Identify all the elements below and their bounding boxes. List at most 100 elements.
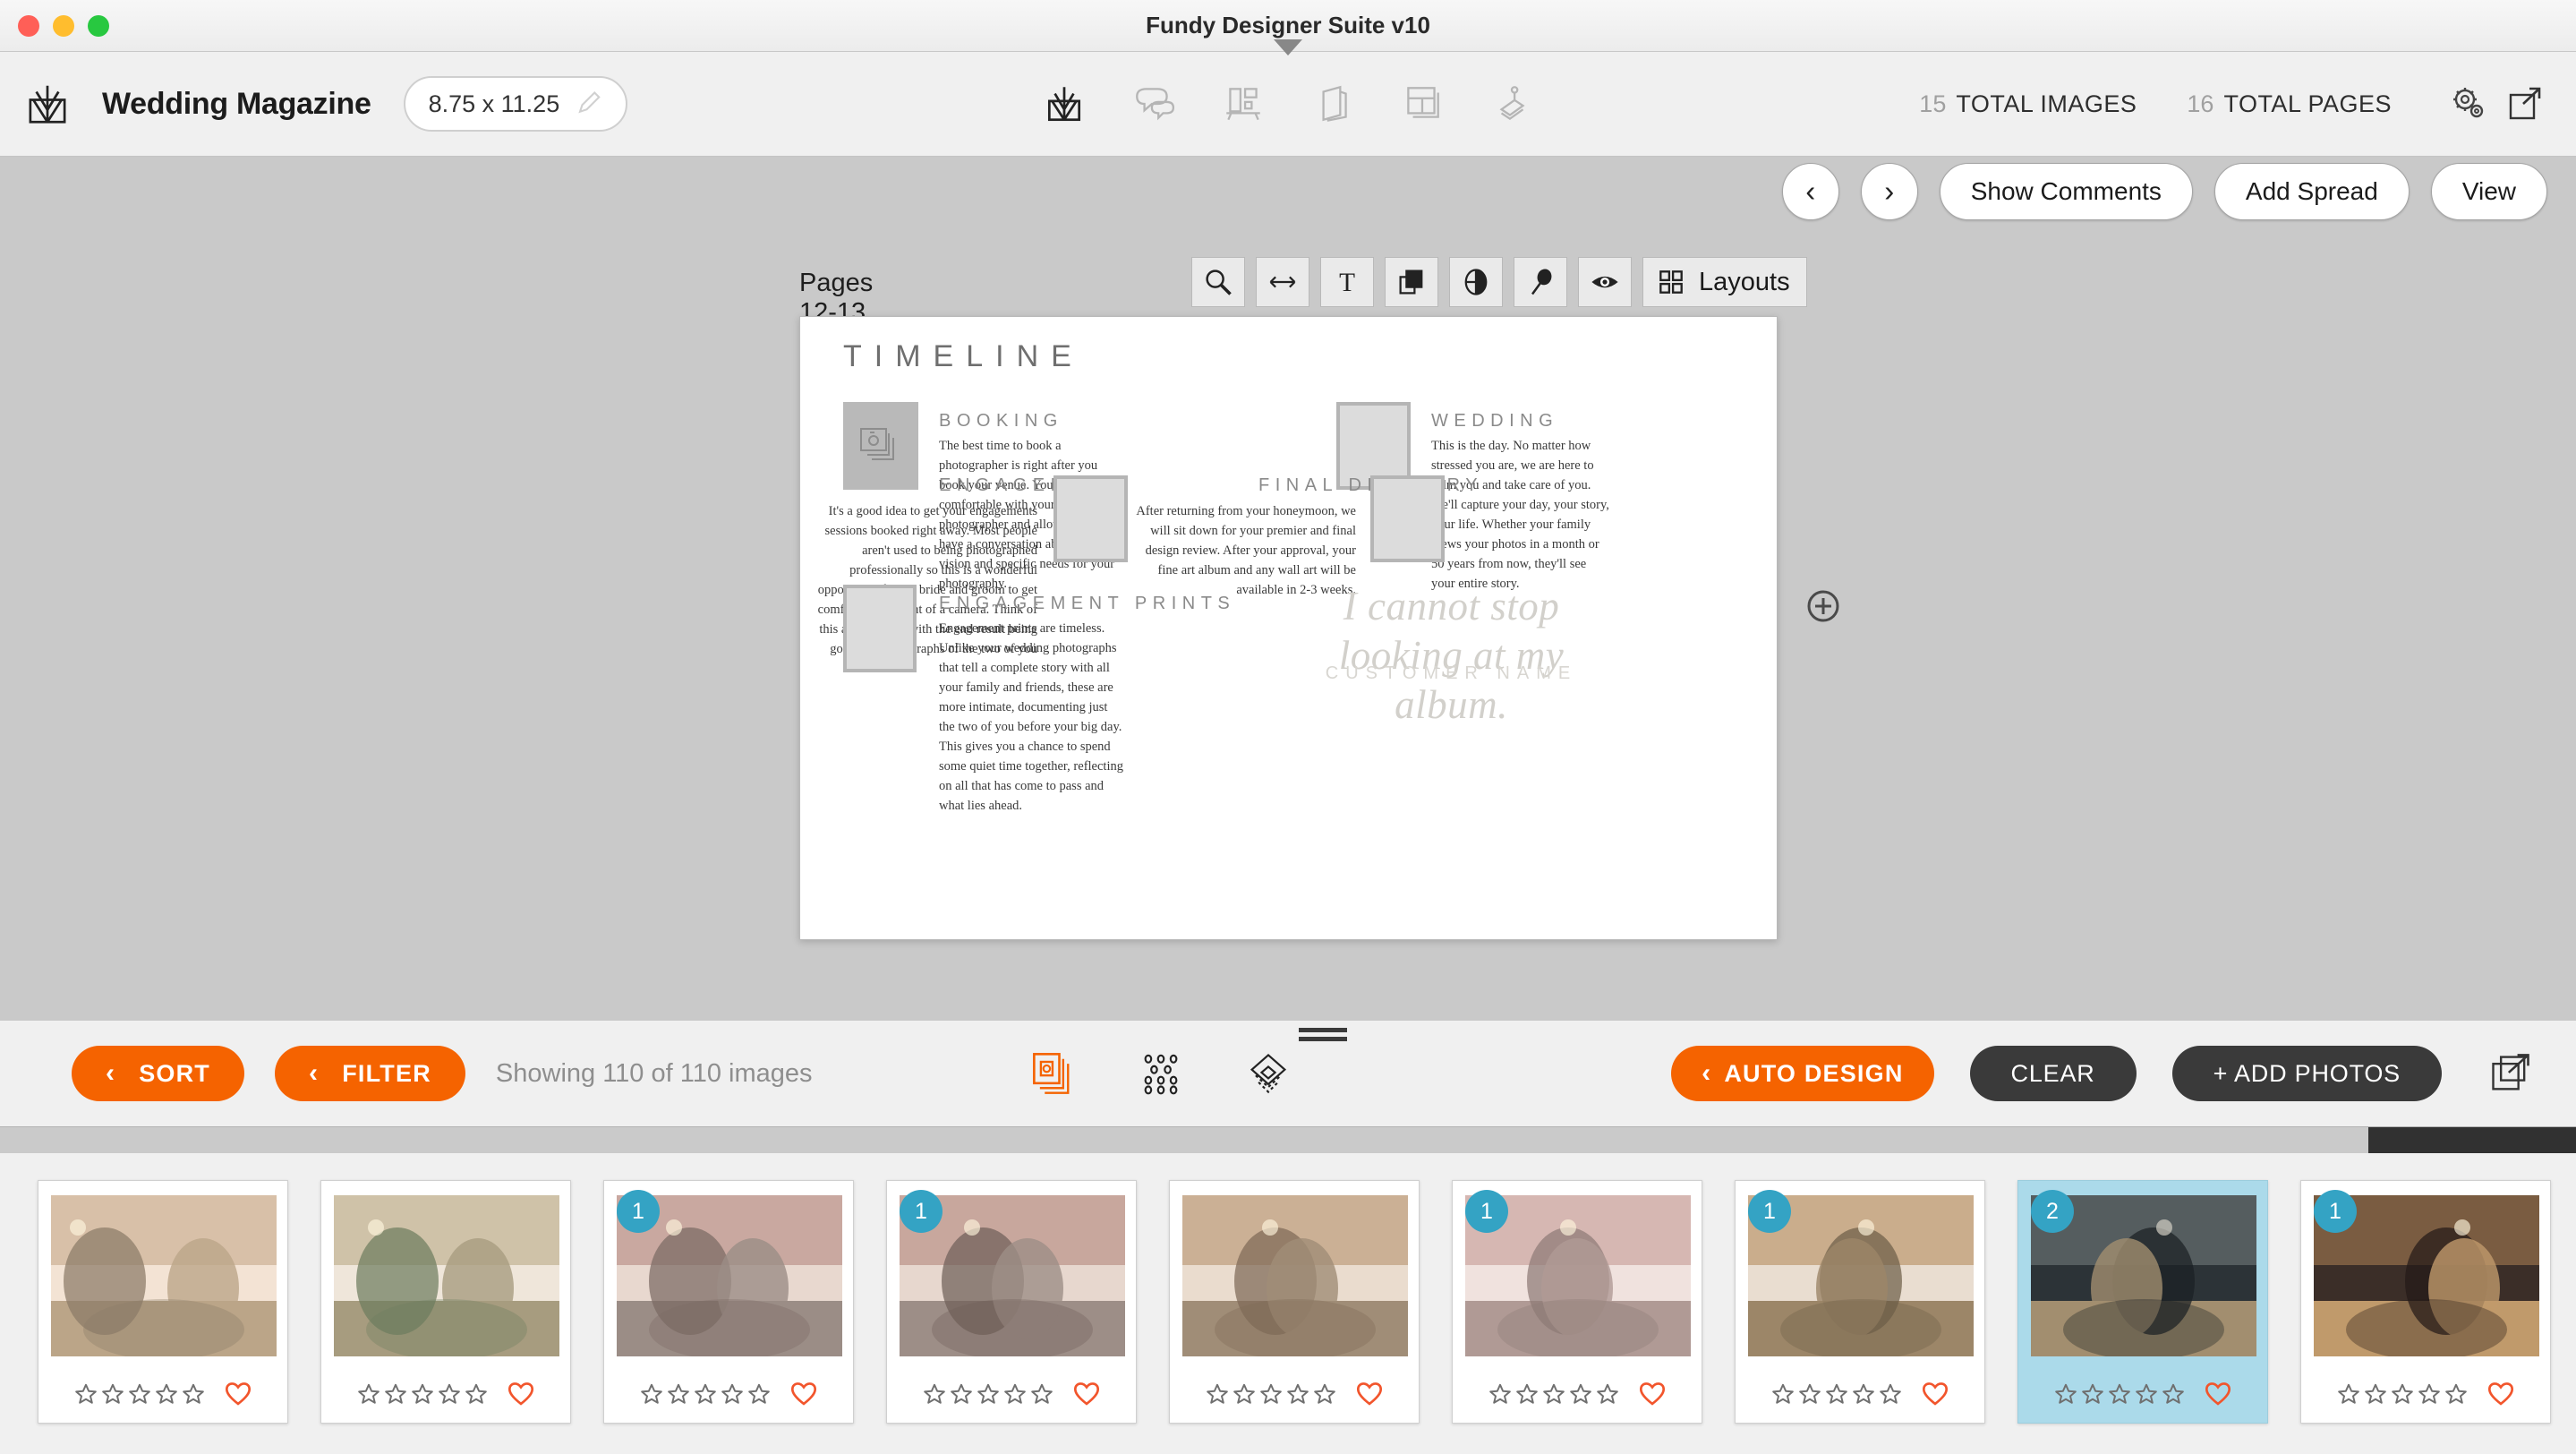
swap-tool-button[interactable] xyxy=(1256,257,1309,307)
rating-star[interactable] xyxy=(923,1382,946,1406)
duplicate-tool-button[interactable] xyxy=(1385,257,1438,307)
filmstrip-thumbnail[interactable] xyxy=(38,1180,288,1424)
tool-design-button[interactable] xyxy=(1029,72,1099,136)
rating-star[interactable] xyxy=(640,1382,663,1406)
star-rating[interactable] xyxy=(357,1382,488,1406)
rating-star[interactable] xyxy=(721,1382,744,1406)
photo-placeholder-booking[interactable] xyxy=(843,402,918,490)
rating-star[interactable] xyxy=(1488,1382,1512,1406)
filmstrip-thumbnail[interactable]: 1 xyxy=(2300,1180,2551,1424)
star-rating[interactable] xyxy=(1771,1382,1902,1406)
preview-eye-button[interactable] xyxy=(1578,257,1632,307)
rating-star[interactable] xyxy=(1542,1382,1565,1406)
rating-star[interactable] xyxy=(1852,1382,1875,1406)
panel-drag-handle[interactable] xyxy=(1299,1028,1347,1042)
rating-star[interactable] xyxy=(1879,1382,1902,1406)
rating-star[interactable] xyxy=(1825,1382,1848,1406)
add-photos-button[interactable]: + ADD PHOTOS xyxy=(2171,1046,2442,1101)
favorite-heart-icon[interactable] xyxy=(225,1381,252,1407)
text-tool-button[interactable]: T xyxy=(1320,257,1374,307)
page-size-field[interactable]: 8.75 x 11.25 xyxy=(403,76,628,132)
auto-design-button[interactable]: ‹ AUTO DESIGN xyxy=(1671,1046,1934,1101)
rating-star[interactable] xyxy=(1259,1382,1283,1406)
filmstrip-thumbnail[interactable]: 1 xyxy=(1735,1180,1985,1424)
clear-button[interactable]: CLEAR xyxy=(1969,1046,2137,1101)
rating-star[interactable] xyxy=(357,1382,380,1406)
filmstrip-thumbnail[interactable]: 1 xyxy=(886,1180,1137,1424)
photo-placeholder-engagement-prints[interactable] xyxy=(843,585,917,672)
rating-star[interactable] xyxy=(2054,1382,2077,1406)
star-rating[interactable] xyxy=(640,1382,771,1406)
rating-star[interactable] xyxy=(2081,1382,2104,1406)
rating-star[interactable] xyxy=(1569,1382,1592,1406)
pencil-icon[interactable] xyxy=(576,90,602,117)
rating-star[interactable] xyxy=(465,1382,488,1406)
rating-star[interactable] xyxy=(977,1382,1000,1406)
add-spread-button[interactable]: Add Spread xyxy=(2213,163,2410,220)
rating-star[interactable] xyxy=(438,1382,461,1406)
rating-star[interactable] xyxy=(2444,1382,2468,1406)
tool-book-button[interactable] xyxy=(1298,72,1368,136)
thumbnail-image[interactable] xyxy=(334,1195,559,1356)
favorite-heart-icon[interactable] xyxy=(1356,1381,1383,1407)
filmstrip-thumbnail[interactable] xyxy=(320,1180,571,1424)
tool-design-room-button[interactable] xyxy=(1208,72,1278,136)
favorite-heart-icon[interactable] xyxy=(1073,1381,1100,1407)
rating-star[interactable] xyxy=(1798,1382,1821,1406)
rating-star[interactable] xyxy=(1515,1382,1539,1406)
tool-comments-button[interactable] xyxy=(1119,72,1189,136)
rating-star[interactable] xyxy=(1596,1382,1619,1406)
next-spread-button[interactable]: › xyxy=(1860,163,1918,220)
rating-star[interactable] xyxy=(101,1382,124,1406)
page-spread[interactable]: TIMELINE BOOKING The best time to book a… xyxy=(799,316,1778,940)
star-rating[interactable] xyxy=(74,1382,205,1406)
rating-star[interactable] xyxy=(1206,1382,1229,1406)
filmstrip-thumbnail[interactable]: 2 xyxy=(2017,1180,2268,1424)
layouts-button[interactable]: Layouts xyxy=(1642,257,1807,307)
rating-star[interactable] xyxy=(1286,1382,1309,1406)
filmstrip-thumbnail[interactable]: 1 xyxy=(603,1180,854,1424)
export-photos-button[interactable] xyxy=(2478,1040,2544,1107)
zoom-tool-button[interactable] xyxy=(1191,257,1245,307)
thumbnail-image[interactable] xyxy=(1182,1195,1408,1356)
rating-star[interactable] xyxy=(950,1382,973,1406)
export-share-button[interactable] xyxy=(2497,76,2553,132)
rating-star[interactable] xyxy=(2135,1382,2158,1406)
rating-star[interactable] xyxy=(2337,1382,2360,1406)
tool-layout-button[interactable] xyxy=(1387,72,1457,136)
rating-star[interactable] xyxy=(74,1382,98,1406)
pin-tool-button[interactable] xyxy=(1514,257,1567,307)
view-mode-dots-grid-button[interactable] xyxy=(1128,1040,1194,1107)
add-page-button[interactable] xyxy=(1804,586,1843,626)
filter-button[interactable]: ‹ FILTER xyxy=(275,1046,465,1101)
favorite-heart-icon[interactable] xyxy=(508,1381,534,1407)
rating-star[interactable] xyxy=(182,1382,205,1406)
rating-star[interactable] xyxy=(1233,1382,1256,1406)
filmstrip-scrollbar-thumb[interactable] xyxy=(2368,1127,2576,1154)
favorite-heart-icon[interactable] xyxy=(1639,1381,1666,1407)
rating-star[interactable] xyxy=(2418,1382,2441,1406)
star-rating[interactable] xyxy=(923,1382,1053,1406)
rating-star[interactable] xyxy=(128,1382,151,1406)
thumbnail-image[interactable] xyxy=(51,1195,277,1356)
star-rating[interactable] xyxy=(2337,1382,2468,1406)
star-rating[interactable] xyxy=(1488,1382,1619,1406)
star-rating[interactable] xyxy=(2054,1382,2185,1406)
rating-star[interactable] xyxy=(2162,1382,2185,1406)
photo-filmstrip[interactable]: 1 1 1 1 2 1 xyxy=(0,1153,2576,1454)
rating-star[interactable] xyxy=(1003,1382,1027,1406)
rating-star[interactable] xyxy=(694,1382,717,1406)
rating-star[interactable] xyxy=(411,1382,434,1406)
view-mode-photo-stack-button[interactable] xyxy=(1020,1040,1087,1107)
rating-star[interactable] xyxy=(155,1382,178,1406)
filmstrip-thumbnail[interactable] xyxy=(1169,1180,1420,1424)
rating-star[interactable] xyxy=(384,1382,407,1406)
rating-star[interactable] xyxy=(1771,1382,1795,1406)
favorite-heart-icon[interactable] xyxy=(2487,1381,2514,1407)
sort-button[interactable]: ‹ SORT xyxy=(72,1046,245,1101)
rating-star[interactable] xyxy=(667,1382,690,1406)
favorite-heart-icon[interactable] xyxy=(2205,1381,2231,1407)
photo-placeholder-final-delivery[interactable] xyxy=(1370,475,1445,562)
rating-star[interactable] xyxy=(1030,1382,1053,1406)
contrast-tool-button[interactable] xyxy=(1449,257,1503,307)
